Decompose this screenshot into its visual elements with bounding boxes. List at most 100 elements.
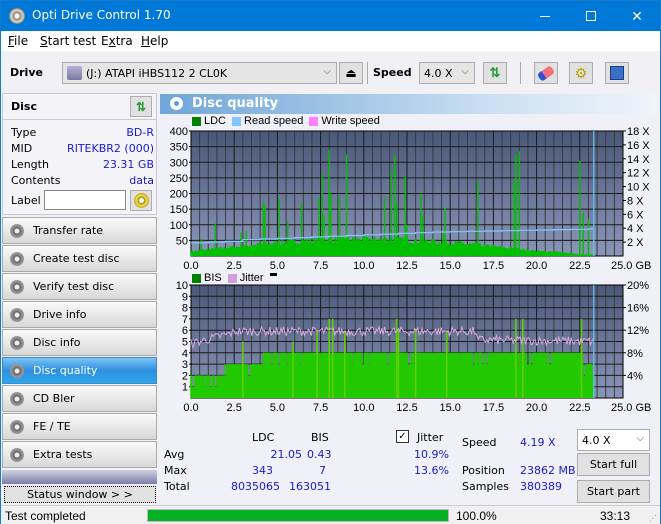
- window-title: Opti Drive Control 1.70: [32, 8, 171, 22]
- nav-drive-info[interactable]: Drive info: [2, 301, 157, 328]
- close-button[interactable]: ✕: [614, 1, 660, 31]
- speed-stat-value: 4.19 X: [520, 436, 556, 449]
- disc-icon: [133, 193, 149, 208]
- position-value: 23862 MB: [520, 464, 576, 477]
- maximize-button[interactable]: [568, 1, 614, 31]
- test-speed-select[interactable]: 4.0 X ⌵: [577, 429, 650, 451]
- jitter-checkbox[interactable]: ✓: [396, 430, 409, 443]
- y-left-tick-label: 350: [170, 142, 188, 154]
- avg-label: Avg: [164, 448, 185, 461]
- y-right-tick-label: 20%: [627, 280, 649, 292]
- max-label: Max: [164, 464, 187, 477]
- nav-label: Create test disc: [33, 252, 120, 265]
- drive-label: Drive: [10, 66, 43, 79]
- erase-button[interactable]: [534, 62, 558, 84]
- speed-label: Speed: [373, 66, 412, 79]
- eject-button[interactable]: ⏏: [339, 62, 363, 84]
- y-left-tick-label: 8: [182, 303, 188, 315]
- nav-extra-tests[interactable]: Extra tests: [2, 441, 157, 468]
- nav-transfer-rate[interactable]: Transfer rate: [2, 217, 157, 244]
- y-left-tick-label: 50: [176, 235, 188, 247]
- nav-label: Verify test disc: [33, 280, 115, 293]
- x-tick-label: 20.0: [526, 402, 547, 414]
- refresh-arrows-icon: ⇅: [489, 65, 501, 80]
- elapsed-time: 33:13: [599, 509, 630, 523]
- nav-disc-quality[interactable]: Disc quality: [2, 357, 157, 384]
- resize-grip-icon[interactable]: ⋰: [649, 514, 657, 523]
- start-full-button[interactable]: Start full: [577, 453, 650, 476]
- y-left-tick-label: 4: [182, 348, 188, 360]
- menu-extra[interactable]: Extra: [101, 34, 133, 48]
- eject-icon: ⏏: [345, 66, 357, 80]
- x-tick-label: 7.5: [313, 260, 328, 272]
- drive-value: (J:) ATAPI iHBS112 2 CL0K: [86, 67, 228, 80]
- settings-button[interactable]: ⚙: [569, 62, 593, 84]
- y-right-tick-label: 12%: [627, 325, 649, 337]
- speed-select[interactable]: 4.0 X ⌵: [419, 62, 475, 84]
- y-left-tick-label: 10: [176, 280, 188, 292]
- avg-ldc: 21.05: [270, 448, 303, 461]
- disc-quality-panel: Disc quality LDC Read speed Write speed …: [159, 93, 659, 505]
- disc-value: data: [129, 174, 154, 187]
- nav-cd-bler[interactable]: CD Bler: [2, 385, 157, 412]
- avg-jitter: 10.9%: [414, 448, 449, 461]
- nav-verify-test-disc[interactable]: Verify test disc: [2, 273, 157, 300]
- y-right-tick-label: 4%: [627, 370, 643, 382]
- start-part-button[interactable]: Start part: [577, 480, 650, 503]
- nav-create-test-disc[interactable]: Create test disc: [2, 245, 157, 272]
- y-left-tick-label: 9: [182, 291, 188, 303]
- speed-stat-label: Speed: [462, 436, 497, 449]
- nav-label: CD Bler: [33, 392, 75, 405]
- total-ldc: 8035065: [231, 480, 280, 493]
- nav-fe-te[interactable]: FE / TE: [2, 413, 157, 440]
- disc-gear-icon: [10, 308, 24, 322]
- nav-disc-info[interactable]: Disc info: [2, 329, 157, 356]
- drive-icon: [67, 66, 82, 80]
- minimize-button[interactable]: [522, 1, 568, 31]
- refresh-button[interactable]: ⇅: [483, 62, 507, 84]
- avg-bis: 0.43: [307, 448, 332, 461]
- label-disc-button[interactable]: [130, 190, 152, 211]
- y-left-tick-label: 3: [182, 359, 188, 371]
- y-left-tick-label: 1: [182, 382, 188, 394]
- x-tick-label: 15.0: [439, 260, 460, 272]
- y-left-tick-label: 5: [182, 337, 188, 349]
- toolbar: Drive (J:) ATAPI iHBS112 2 CL0K ⌵ ⏏ Spee…: [1, 51, 660, 93]
- disc-gear-icon: [10, 280, 24, 294]
- panel-title: Disc quality: [192, 96, 279, 111]
- y-left-tick-label: 300: [170, 157, 188, 169]
- nav-label: Drive info: [33, 308, 87, 321]
- menu-start-test[interactable]: Start test: [40, 34, 96, 48]
- drive-select[interactable]: (J:) ATAPI iHBS112 2 CL0K ⌵: [62, 62, 337, 84]
- menu-help[interactable]: Help: [141, 34, 168, 48]
- status-window-button[interactable]: Status window > >: [4, 486, 156, 503]
- x-tick-label: 22.5: [569, 260, 590, 272]
- x-tick-label: 22.5: [569, 402, 590, 414]
- max-jitter: 13.6%: [414, 464, 449, 477]
- y-left-tick-label: 150: [170, 204, 188, 216]
- jitter-label: Jitter: [417, 431, 444, 444]
- disc-gear-icon: [10, 364, 24, 378]
- title-bar: Opti Drive Control 1.70 ✕: [1, 1, 660, 31]
- label-input[interactable]: [44, 190, 126, 210]
- disc-gear-icon: [10, 448, 24, 462]
- x-tick-label: 17.5: [483, 402, 504, 414]
- save-button[interactable]: [605, 62, 629, 84]
- disc-panel-header: Disc ⇅: [3, 94, 156, 120]
- progress-fill: [148, 510, 448, 521]
- menu-file[interactable]: File: [8, 34, 28, 48]
- x-tick-label: 2.5: [227, 260, 242, 272]
- x-tick-label: 10.0: [353, 402, 374, 414]
- disc-refresh-button[interactable]: ⇅: [130, 96, 152, 117]
- ldc-chart: 0.0 2.5 5.0 7.5 10.0 12.5 15.0 17.5 20.0 22.5 25.0…: [170, 126, 652, 272]
- y-left-tick-label: 100: [170, 220, 188, 232]
- app-window: Opti Drive Control 1.70 ✕ File Start tes…: [0, 0, 661, 524]
- toolbar-separator: [367, 62, 368, 84]
- nav-label: Disc info: [33, 336, 81, 349]
- x-tick-label: 0.0: [183, 402, 198, 414]
- y-right-tick-label: 14 X: [627, 154, 650, 166]
- disc-value: 23.31 GB: [102, 158, 154, 171]
- speed-value: 4.0 X: [424, 67, 453, 80]
- app-disc-icon: [9, 8, 25, 24]
- nav-label: Disc quality: [33, 364, 98, 377]
